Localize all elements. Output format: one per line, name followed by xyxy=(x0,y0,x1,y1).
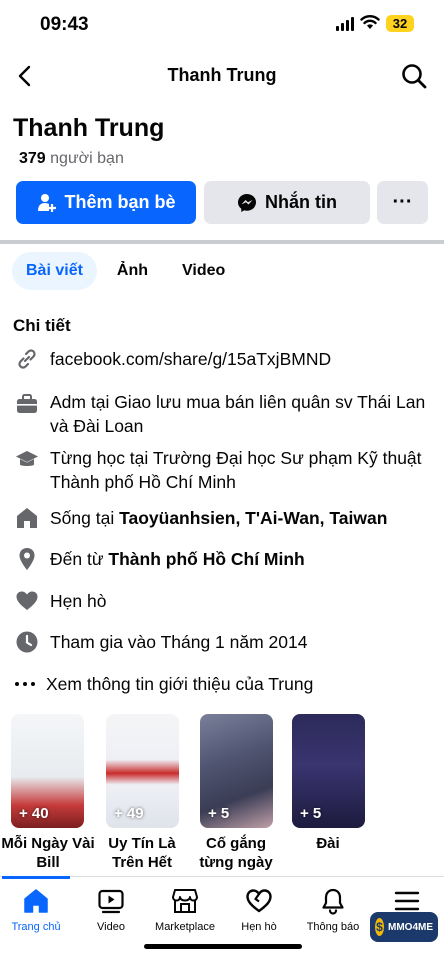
bell-icon xyxy=(322,888,344,915)
from-prefix: Đến từ xyxy=(50,549,109,569)
marketplace-icon xyxy=(172,889,198,913)
featured-collections: + 40 Mỗi Ngày Vài Bill + 49 Uy Tín Là Tr… xyxy=(0,714,444,874)
section-divider xyxy=(0,240,444,244)
tab-posts[interactable]: Bài viết xyxy=(12,252,97,290)
featured-card[interactable]: + 5 xyxy=(292,714,365,828)
nav-marketplace-label: Marketplace xyxy=(155,921,215,933)
house-icon xyxy=(17,508,37,528)
profile-tabs: Bài viết Ảnh Video xyxy=(12,252,239,290)
featured-label[interactable]: Mỗi Ngày Vài Bill xyxy=(0,834,96,872)
link-icon xyxy=(18,349,36,369)
education-text: Từng học tại Trường Đại học Sư phạm Kỹ t… xyxy=(50,448,422,492)
add-friend-button[interactable]: Thêm bạn bè xyxy=(16,181,196,224)
coin-icon: $ xyxy=(375,918,384,936)
nav-notifications[interactable]: Thông báo xyxy=(293,887,373,933)
friends-count[interactable]: 379 người bạn xyxy=(19,150,124,168)
watermark-text: MMO4ME xyxy=(388,921,433,933)
nav-home-label: Trang chủ xyxy=(11,921,61,933)
wifi-icon xyxy=(360,15,380,29)
graduation-cap-icon xyxy=(16,451,38,466)
lives-place[interactable]: Taoyüanhsien, T'Ai-Wan, Taiwan xyxy=(119,508,387,528)
friends-number: 379 xyxy=(19,150,46,167)
location-pin-icon xyxy=(19,548,35,570)
top-nav: Thanh Trung xyxy=(0,56,444,96)
status-bar: 09:43 32 xyxy=(0,0,444,50)
message-label: Nhắn tin xyxy=(265,192,337,212)
nav-notifications-label: Thông báo xyxy=(306,921,360,933)
nav-video-label: Video xyxy=(97,921,125,933)
nav-marketplace[interactable]: Marketplace xyxy=(145,887,225,933)
details-title: Chi tiết xyxy=(13,316,71,335)
briefcase-icon xyxy=(17,394,37,413)
video-icon xyxy=(98,889,124,914)
tab-videos[interactable]: Video xyxy=(168,252,239,290)
featured-label[interactable]: Uy Tín Là Trên Hết xyxy=(94,834,190,872)
see-more-text[interactable]: Xem thông tin giới thiệu của Trung xyxy=(46,672,426,696)
featured-card[interactable]: + 5 xyxy=(200,714,273,828)
featured-label[interactable]: Đài xyxy=(280,834,376,853)
search-icon[interactable] xyxy=(400,62,428,90)
more-dots: ··· xyxy=(392,191,413,213)
lives-prefix: Sống tại xyxy=(50,508,120,528)
profile-name: Thanh Trung xyxy=(13,114,165,142)
page-title: Thanh Trung xyxy=(167,65,277,85)
nav-dating[interactable]: Hẹn hò xyxy=(219,887,299,933)
featured-card[interactable]: + 40 xyxy=(11,714,84,828)
from-place[interactable]: Thành phố Hồ Chí Minh xyxy=(108,549,304,569)
signal-icon xyxy=(336,17,354,31)
featured-count: + 40 xyxy=(19,805,49,822)
featured-count: + 5 xyxy=(300,805,322,822)
work-text: Adm tại Giao lưu mua bán liên quân sv Th… xyxy=(50,392,426,436)
featured-count: + 5 xyxy=(208,805,230,822)
from-text: Đến từ Thành phố Hồ Chí Minh xyxy=(50,547,430,571)
heart-icon xyxy=(16,591,38,610)
featured-card[interactable]: + 49 xyxy=(106,714,179,828)
active-tab-indicator xyxy=(2,876,70,879)
home-indicator xyxy=(144,944,302,949)
nav-video[interactable]: Video xyxy=(71,887,151,933)
message-button[interactable]: Nhắn tin xyxy=(204,181,370,224)
more-dots-icon xyxy=(15,682,35,686)
battery-icon: 32 xyxy=(386,15,414,32)
tab-photos[interactable]: Ảnh xyxy=(103,252,162,290)
profile-link[interactable]: facebook.com/share/g/15aTxjBMND xyxy=(50,347,430,371)
nav-home[interactable]: Trang chủ xyxy=(0,887,76,933)
more-options-button[interactable]: ··· xyxy=(377,181,428,224)
relationship-text: Hẹn hò xyxy=(50,591,107,611)
lives-text: Sống tại Taoyüanhsien, T'Ai-Wan, Taiwan xyxy=(50,506,430,530)
menu-icon xyxy=(394,891,420,911)
add-person-icon xyxy=(38,193,57,212)
home-icon xyxy=(24,889,48,913)
featured-label[interactable]: Cố gắng từng ngày xyxy=(188,834,284,872)
dating-icon xyxy=(246,889,272,913)
status-time: 09:43 xyxy=(40,14,89,35)
featured-count: + 49 xyxy=(114,805,144,822)
friends-label: người bạn xyxy=(50,150,124,167)
joined-text: Tham gia vào Tháng 1 năm 2014 xyxy=(50,632,308,652)
add-friend-label: Thêm bạn bè xyxy=(64,192,176,212)
nav-dating-label: Hẹn hò xyxy=(241,921,277,933)
watermark-logo: $ MMO4ME xyxy=(370,912,438,942)
messenger-icon xyxy=(238,193,256,212)
clock-icon xyxy=(16,631,38,653)
